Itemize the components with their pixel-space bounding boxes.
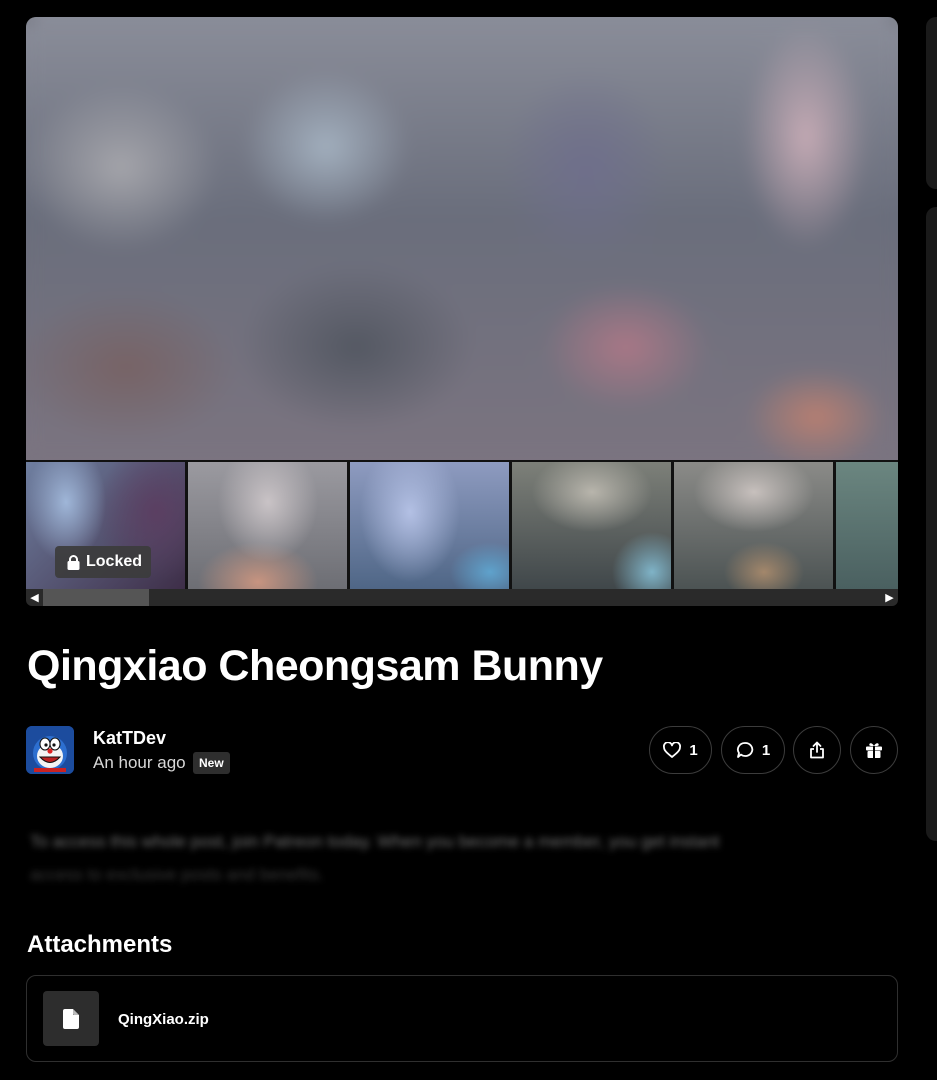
like-count: 1 — [689, 741, 698, 759]
gift-icon — [866, 743, 882, 758]
attachments-heading: Attachments — [27, 931, 173, 958]
sidebar-card-edge — [926, 17, 937, 189]
file-icon-box — [43, 991, 99, 1046]
gift-button[interactable] — [850, 726, 898, 774]
locked-badge: Locked — [55, 546, 152, 578]
comment-count: 1 — [761, 741, 771, 759]
new-badge: New — [193, 752, 230, 774]
sidebar-card-edge — [926, 207, 937, 841]
teaser-line-2: access to exclusive posts and benefits. — [30, 865, 324, 884]
thumbnail[interactable] — [188, 462, 347, 589]
thumbnail[interactable] — [674, 462, 833, 589]
thumbnail[interactable]: Locked — [26, 462, 185, 589]
thumbnail[interactable] — [512, 462, 671, 589]
post-timestamp: An hour ago — [93, 753, 186, 772]
teaser-line-1: To access this whole post, join Patreon … — [30, 832, 720, 851]
comment-button[interactable]: 1 — [721, 726, 785, 774]
share-icon — [810, 741, 824, 759]
heart-icon — [663, 742, 682, 758]
avatar-image — [26, 726, 74, 774]
comment-icon — [736, 742, 753, 758]
locked-post-teaser: To access this whole post, join Patreon … — [30, 825, 896, 891]
avatar[interactable] — [26, 726, 74, 774]
thumbnail-scrollbar[interactable]: ◀ ▶ — [26, 589, 898, 606]
locked-label: Locked — [86, 553, 143, 570]
scroll-thumb[interactable] — [43, 589, 149, 606]
like-button[interactable]: 1 — [649, 726, 712, 774]
thumbnail[interactable] — [836, 462, 898, 589]
hero-image-blurred[interactable] — [26, 17, 898, 460]
scroll-right-arrow-icon[interactable]: ▶ — [881, 589, 898, 606]
thumbnail-strip: Locked — [26, 460, 898, 589]
scroll-left-arrow-icon[interactable]: ◀ — [26, 589, 43, 606]
share-button[interactable] — [793, 726, 841, 774]
attachment-item[interactable]: QingXiao.zip — [26, 975, 898, 1062]
thumbnail[interactable] — [350, 462, 509, 589]
file-icon — [63, 1008, 79, 1029]
post-media: Locked ◀ ▶ — [26, 17, 898, 606]
post-title: Qingxiao Cheongsam Bunny — [27, 642, 603, 690]
author-row: KatTDev An hour ago New 1 1 — [26, 726, 898, 774]
author-name[interactable]: KatTDev — [93, 728, 166, 749]
attachment-file-name[interactable]: QingXiao.zip — [118, 1011, 209, 1028]
lock-icon — [67, 554, 80, 570]
